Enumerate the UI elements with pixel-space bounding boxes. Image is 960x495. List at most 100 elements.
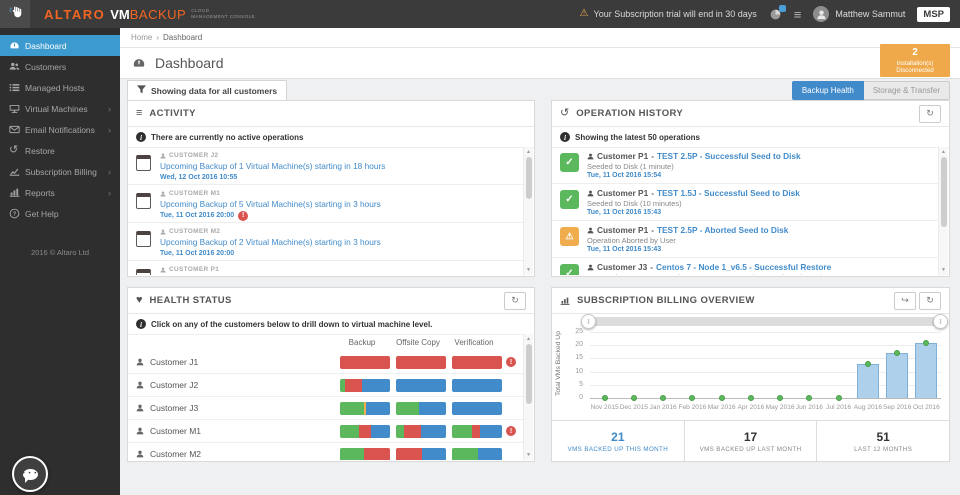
- refresh-button[interactable]: ↻: [504, 292, 526, 310]
- refresh-button[interactable]: ↻: [919, 105, 941, 123]
- sidebar-item-subscription-billing[interactable]: Subscription Billing ›: [0, 161, 120, 182]
- health-status-panel: ♥ HEALTH STATUS ↻ i Click on any of the …: [127, 287, 535, 462]
- operation-link[interactable]: TEST 2.5P - Successful Seed to Disk: [657, 151, 801, 161]
- chat-button[interactable]: • • •: [12, 456, 48, 492]
- menu-toggle-button[interactable]: [0, 0, 30, 28]
- scroll-up-icon[interactable]: ▲: [524, 149, 533, 155]
- activity-item[interactable]: CUSTOMER J2 Upcoming Backup of 1 Virtual…: [128, 147, 524, 185]
- chart-data-point[interactable]: [748, 395, 754, 401]
- sidebar-item-virtual-machines[interactable]: Virtual Machines ›: [0, 98, 120, 119]
- activity-text: Upcoming Backup of 1 Virtual Machine(s) …: [160, 161, 385, 171]
- trial-warning[interactable]: ⚠ Your Subscription trial will end in 30…: [580, 9, 757, 19]
- stat-label: LAST 12 MONTHS: [854, 446, 912, 453]
- chart-data-point[interactable]: [689, 395, 695, 401]
- sidebar-item-label: Reports: [25, 188, 55, 198]
- operation-date: Tue, 11 Oct 2016 15:43: [587, 246, 788, 253]
- x-axis-labels: Nov 2015Dec 2015Jan 2016Feb 2016Mar 2016…: [590, 404, 941, 414]
- customers-icon: [9, 61, 25, 72]
- operation-link[interactable]: TEST 1.5J - Successful Seed to Disk: [657, 188, 800, 198]
- backup-health-bar: [340, 425, 390, 438]
- calendar-icon: [136, 269, 151, 275]
- chart-data-point[interactable]: [865, 361, 871, 367]
- activity-item[interactable]: CUSTOMER M2 Upcoming Backup of 2 Virtual…: [128, 223, 524, 261]
- slider-handle-left[interactable]: ∥: [581, 314, 596, 329]
- status-icon: ✓: [560, 190, 579, 209]
- chart-bar[interactable]: [886, 353, 908, 398]
- health-status-title: HEALTH STATUS: [150, 295, 232, 306]
- scroll-up-icon[interactable]: ▲: [939, 149, 948, 155]
- operation-link[interactable]: TEST 2.5P - Aborted Seed to Disk: [657, 225, 788, 235]
- chart-plot-area: [590, 332, 941, 399]
- activity-item[interactable]: CUSTOMER P1 Upcoming Backup of 2 Virtual…: [128, 261, 524, 275]
- chart-data-point[interactable]: [806, 395, 812, 401]
- refresh-button[interactable]: ↻: [919, 292, 941, 310]
- health-row[interactable]: Customer J3 !: [128, 397, 524, 420]
- health-row[interactable]: Customer M2 !: [128, 443, 524, 460]
- tab-backup-health[interactable]: Backup Health: [792, 81, 864, 100]
- chart-bar[interactable]: [857, 364, 879, 398]
- sidebar-item-reports[interactable]: Reports ›: [0, 182, 120, 203]
- scroll-down-icon[interactable]: ▼: [524, 452, 533, 458]
- operation-item[interactable]: ⚠ Customer P1-TEST 2.5P - Aborted Seed t…: [552, 221, 939, 258]
- logo-vm: VM: [110, 7, 130, 22]
- chart-bar[interactable]: [915, 343, 937, 398]
- health-row[interactable]: Customer J1 !: [128, 351, 524, 374]
- scroll-down-icon[interactable]: ▼: [939, 267, 948, 273]
- operation-item[interactable]: ✓ Customer P1-TEST 2.5P - Successful See…: [552, 147, 939, 184]
- customer-filter-button[interactable]: Showing data for all customers: [127, 80, 287, 102]
- chevron-right-icon: ›: [108, 167, 111, 177]
- scrollbar-thumb[interactable]: [526, 344, 532, 404]
- copyright: 2016 © Altaro Ltd: [0, 248, 120, 257]
- stat-value: 51: [877, 430, 890, 444]
- verification-health-bar: [452, 402, 502, 415]
- tab-storage-transfer[interactable]: Storage & Transfer: [864, 81, 950, 100]
- activity-customer: CUSTOMER M2: [160, 228, 381, 235]
- scrollbar-thumb[interactable]: [526, 157, 532, 199]
- activity-item[interactable]: CUSTOMER M1 Upcoming Backup of 5 Virtual…: [128, 185, 524, 223]
- activity-scrollbar[interactable]: ▲ ▼: [523, 147, 533, 275]
- reports-icon: [9, 187, 25, 198]
- operation-history-scrollbar[interactable]: ▲ ▼: [938, 147, 948, 275]
- sidebar-item-managed-hosts[interactable]: Managed Hosts: [0, 77, 120, 98]
- scroll-up-icon[interactable]: ▲: [524, 336, 533, 342]
- operation-item[interactable]: ✓ Customer J3-Centos 7 - Node 1_v6.5 - S…: [552, 258, 939, 275]
- health-scrollbar[interactable]: ▲ ▼: [523, 334, 533, 460]
- sidebar-item-email-notifications[interactable]: Email Notifications ›: [0, 119, 120, 140]
- operation-link[interactable]: Centos 7 - Node 1_v6.5 - Successful Rest…: [656, 262, 831, 272]
- stat-vms-this-month[interactable]: 21 VMS BACKED UP THIS MONTH: [552, 421, 684, 461]
- stat-last-12-months[interactable]: 51 LAST 12 MONTHS: [816, 421, 949, 461]
- operation-item[interactable]: ✓ Customer P1-TEST 1.5J - Successful See…: [552, 184, 939, 221]
- chart-data-point[interactable]: [719, 395, 725, 401]
- breadcrumb-home[interactable]: Home: [131, 33, 152, 42]
- health-row[interactable]: Customer M1 !: [128, 420, 524, 443]
- chart-data-point[interactable]: [836, 395, 842, 401]
- installations-list-icon[interactable]: ≡: [794, 8, 802, 21]
- sidebar-item-dashboard[interactable]: Dashboard: [0, 35, 120, 56]
- installations-disconnected-badge[interactable]: 2 Installation(s) Disconnected: [880, 44, 950, 77]
- operation-detail: Restored as Centos 7 - Node 1_v6.5 to RM…: [587, 273, 831, 275]
- export-button[interactable]: ↪: [894, 292, 916, 310]
- chevron-right-icon: ›: [108, 104, 111, 114]
- chart-data-point[interactable]: [777, 395, 783, 401]
- user-menu[interactable]: Matthew Sammut: [813, 6, 905, 22]
- chart-data-point[interactable]: [923, 340, 929, 346]
- sidebar-item-restore[interactable]: ↺ Restore: [0, 140, 120, 161]
- status-pie-icon[interactable]: [769, 8, 782, 21]
- msp-badge[interactable]: MSP: [917, 7, 950, 22]
- chart-data-point[interactable]: [660, 395, 666, 401]
- sidebar-item-label: Restore: [25, 146, 55, 156]
- sidebar-item-customers[interactable]: Customers: [0, 56, 120, 77]
- stat-vms-last-month[interactable]: 17 VMS BACKED UP LAST MONTH: [684, 421, 817, 461]
- chart-data-point[interactable]: [602, 395, 608, 401]
- activity-list-icon: ≡: [136, 108, 142, 119]
- stat-label: VMS BACKED UP THIS MONTH: [568, 446, 668, 453]
- health-row[interactable]: Customer J2 !: [128, 374, 524, 397]
- sidebar-item-get-help[interactable]: ? Get Help: [0, 203, 120, 224]
- billing-header: SUBSCRIPTION BILLING OVERVIEW ↪ ↻: [552, 288, 949, 314]
- backup-health-bar: [340, 379, 390, 392]
- slider-handle-right[interactable]: ∥: [933, 314, 948, 329]
- scrollbar-thumb[interactable]: [941, 157, 947, 227]
- chart-data-point[interactable]: [631, 395, 637, 401]
- scroll-down-icon[interactable]: ▼: [524, 267, 533, 273]
- chart-range-slider[interactable]: ∥ ∥: [588, 317, 941, 326]
